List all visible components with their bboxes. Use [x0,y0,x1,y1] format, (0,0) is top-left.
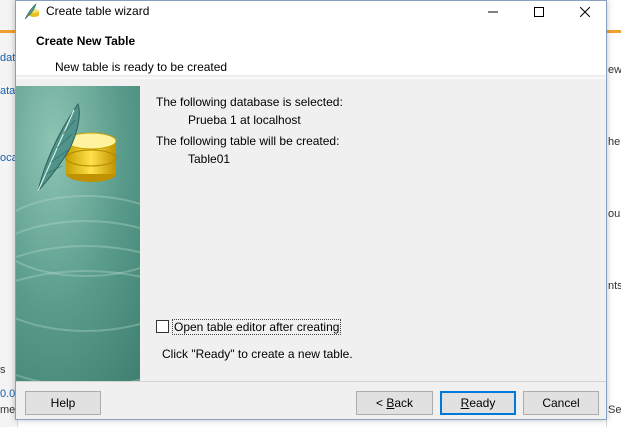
open-editor-checkbox[interactable] [156,320,169,333]
header-subtitle: New table is ready to be created [55,60,228,74]
wizard-header: Create New Table New table is ready to b… [16,23,606,79]
close-icon [580,7,590,17]
background-text-fragment: dat [0,52,16,64]
background-text-fragment: ata [0,85,16,97]
maximize-icon [534,7,544,17]
background-accent-line [607,30,621,33]
app-feather-icon [23,3,41,21]
background-text-fragment: 0.0 [0,388,16,400]
background-text-fragment: ew [608,64,621,76]
back-button-prefix: < [375,396,387,410]
cancel-button-label: Cancel [542,396,580,410]
wizard-content: The following database is selected: Prue… [140,86,606,381]
create-table-wizard-dialog: Create table wizard Create New Table New… [15,0,607,420]
ready-button-mnemonic: R [460,396,470,410]
cancel-button[interactable]: Cancel [523,391,599,415]
header-title: Create New Table [36,34,136,48]
help-button[interactable]: Help [25,391,101,415]
background-text-fragment: nts [608,280,621,292]
header-divider [16,75,606,79]
help-button-label: Help [50,396,76,410]
minimize-icon [488,11,498,13]
background-text-fragment: ou [608,208,621,220]
wizard-side-image [16,86,140,381]
database-value: Prueba 1 at localhost [188,113,301,127]
database-label: The following database is selected: [156,95,343,109]
back-button-mnemonic: B [386,396,395,410]
background-text-fragment: s [0,364,6,376]
window-title: Create table wizard [46,4,150,18]
feather-database-illustration [16,86,140,381]
background-text-fragment: Se [608,404,621,416]
open-editor-checkbox-label[interactable]: Open table editor after creating [172,319,342,335]
ready-hint: Click "Ready" to create a new table. [162,347,353,361]
close-button[interactable] [562,1,608,23]
background-text-fragment: he [608,136,621,148]
background-text-fragment: me [0,404,16,416]
minimize-button[interactable] [470,1,516,23]
back-button[interactable]: < Back [356,391,433,415]
maximize-button[interactable] [516,1,562,23]
table-value: Table01 [188,152,231,166]
title-bar[interactable]: Create table wizard [16,1,606,23]
wizard-footer: Help < Back Ready Cancel [16,381,606,419]
ready-button[interactable]: Ready [440,391,516,415]
back-button-label: ack [394,396,414,410]
table-label: The following table will be created: [156,134,340,148]
background-app-right-edge: ew he ou nts Se [606,0,621,427]
ready-button-label: eady [469,396,496,410]
